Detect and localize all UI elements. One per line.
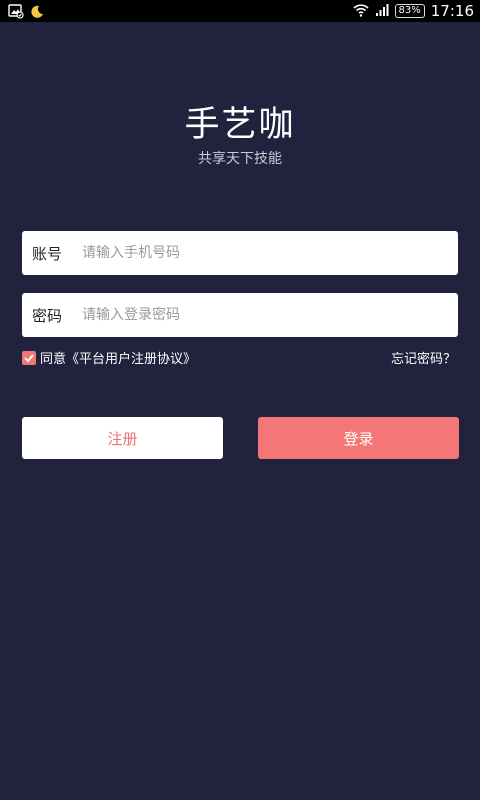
status-bar: 83% 17:16 <box>0 0 480 22</box>
agreement-row: 同意《平台用户注册协议》 <box>22 348 196 367</box>
register-button[interactable]: 注册 <box>22 417 223 459</box>
status-right-icons: 83% 17:16 <box>352 0 474 22</box>
checkmark-icon <box>24 353 34 362</box>
password-field[interactable]: 密码 <box>22 293 458 337</box>
account-input[interactable] <box>82 232 458 274</box>
account-field[interactable]: 账号 <box>22 231 458 275</box>
battery-icon: 83% <box>394 4 425 18</box>
account-label: 账号 <box>32 244 63 263</box>
signal-icon <box>375 2 389 21</box>
agreement-link[interactable]: 同意《平台用户注册协议》 <box>40 348 196 367</box>
agreement-checkbox[interactable] <box>22 350 36 365</box>
status-time: 17:16 <box>430 2 474 20</box>
moon-icon <box>30 4 44 23</box>
login-button[interactable]: 登录 <box>258 417 459 459</box>
status-left-icons <box>8 3 44 23</box>
password-input[interactable] <box>82 294 458 336</box>
wifi-icon <box>352 2 369 21</box>
image-icon <box>8 3 24 23</box>
forgot-password-link[interactable]: 忘记密码？ <box>391 348 456 367</box>
app-title: 手艺咖 <box>184 105 296 145</box>
password-label: 密码 <box>32 306 63 325</box>
app-subtitle: 共享天下技能 <box>198 151 282 167</box>
